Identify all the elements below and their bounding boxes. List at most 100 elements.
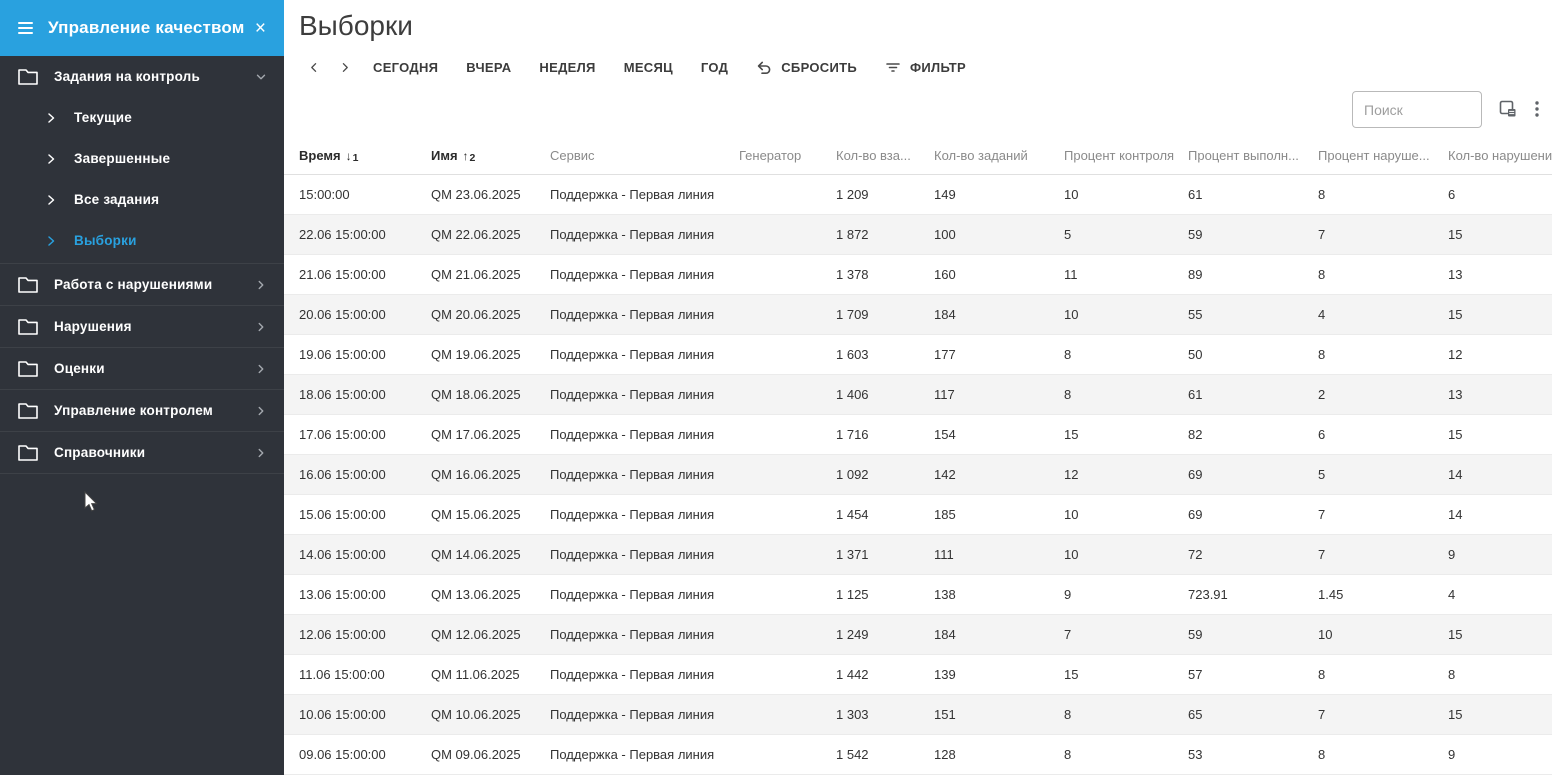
table-cell: 72: [1188, 547, 1203, 562]
table-cell: Поддержка - Первая линия: [550, 547, 715, 562]
column-header[interactable]: Процент контроля: [1064, 148, 1188, 163]
column-header[interactable]: Кол-во заданий: [934, 148, 1064, 163]
column-header[interactable]: Кол-во нарушений: [1448, 148, 1552, 163]
table-row[interactable]: 16.06 15:00:00 QM 16.06.2025 Поддержка - П…: [284, 455, 1552, 495]
table-cell: 14: [1448, 467, 1463, 482]
table-row[interactable]: 10.06 15:00:00 QM 10.06.2025 Поддержка - П…: [284, 695, 1552, 735]
sidebar-item-all-tasks[interactable]: Все задания: [0, 179, 284, 220]
table-row[interactable]: 15:00:00 QM 23.06.2025 Поддержка - Первая …: [284, 175, 1552, 215]
sidebar-item-completed[interactable]: Завершенные: [0, 138, 284, 179]
table-row[interactable]: 17.06 15:00:00 QM 17.06.2025 Поддержка - П…: [284, 415, 1552, 455]
table-cell: 723.91: [1188, 587, 1228, 602]
today-button[interactable]: СЕГОДНЯ: [359, 54, 452, 80]
table-cell: 14: [1448, 507, 1463, 522]
close-icon[interactable]: ×: [255, 19, 266, 38]
table-cell: 9: [1448, 547, 1456, 562]
column-header[interactable]: Кол-во вза...: [836, 148, 934, 163]
save-table-state-button[interactable]: [1498, 99, 1518, 119]
sidebar-item-label: Завершенные: [74, 151, 171, 166]
column-header[interactable]: Процент наруше...: [1318, 148, 1448, 163]
column-header[interactable]: Имя ↑ 2: [431, 148, 550, 163]
chevron-down-icon: [254, 70, 268, 84]
sort-asc-icon: ↑: [462, 148, 469, 163]
prev-period-button[interactable]: [299, 54, 329, 80]
table-cell: 16.06 15:00:00: [299, 467, 386, 482]
table-row[interactable]: 18.06 15:00:00 QM 18.06.2025 Поддержка - П…: [284, 375, 1552, 415]
more-options-button[interactable]: [1527, 98, 1547, 120]
page-title: Выборки: [299, 10, 413, 41]
sidebar: Управление качеством × Задания на контро…: [0, 0, 284, 775]
table-cell: 8: [1318, 187, 1326, 202]
table-cell: 8: [1318, 667, 1326, 682]
table-actions-row: [284, 80, 1560, 137]
column-header[interactable]: Процент выполн...: [1188, 148, 1318, 163]
column-header[interactable]: Генератор: [739, 148, 836, 163]
app-title: Управление качеством: [48, 18, 245, 37]
table-cell: 111: [934, 547, 954, 562]
table-row[interactable]: 19.06 15:00:00 QM 19.06.2025 Поддержка - П…: [284, 335, 1552, 375]
sidebar-item-violations-work[interactable]: Работа с нарушениями: [0, 264, 284, 305]
column-header[interactable]: Сервис: [550, 148, 739, 163]
table-cell: 1 716: [836, 427, 869, 442]
table-row[interactable]: 12.06 15:00:00 QM 12.06.2025 Поддержка - П…: [284, 615, 1552, 655]
table-cell: 18.06 15:00:00: [299, 387, 386, 402]
filter-button[interactable]: ФИЛЬТР: [871, 54, 980, 80]
table-row[interactable]: 21.06 15:00:00 QM 21.06.2025 Поддержка - П…: [284, 255, 1552, 295]
table-cell: 184: [934, 307, 956, 322]
chevron-right-icon: [45, 153, 57, 165]
table-cell: Поддержка - Первая линия: [550, 747, 715, 762]
column-header[interactable]: Время ↓ 1: [299, 148, 431, 163]
table-cell: 7: [1318, 227, 1326, 242]
table-cell: 139: [934, 667, 956, 682]
sidebar-header: Управление качеством ×: [0, 0, 284, 56]
table-cell: Поддержка - Первая линия: [550, 427, 715, 442]
table-cell: 1 454: [836, 507, 869, 522]
table-cell: 55: [1188, 307, 1203, 322]
table-cell: 15: [1448, 707, 1463, 722]
table-row[interactable]: 13.06 15:00:00 QM 13.06.2025 Поддержка - П…: [284, 575, 1552, 615]
sidebar-item-tasks-control[interactable]: Задания на контроль: [0, 56, 284, 97]
sidebar-item-control-management[interactable]: Управление контролем: [0, 390, 284, 431]
app-window: Управление качеством × Задания на контро…: [0, 0, 1560, 775]
table-cell: 7: [1064, 627, 1072, 642]
table-cell: 8: [1064, 747, 1072, 762]
table-cell: 1 709: [836, 307, 869, 322]
table-cell: QM 12.06.2025: [431, 627, 521, 642]
next-period-button[interactable]: [329, 54, 359, 80]
sidebar-item-ratings[interactable]: Оценки: [0, 348, 284, 389]
table-row[interactable]: 09.06 15:00:00 QM 09.06.2025 Поддержка - П…: [284, 735, 1552, 775]
chevron-right-icon: [45, 112, 57, 124]
table-cell: 154: [934, 427, 956, 442]
menu-icon[interactable]: [18, 22, 33, 34]
search-input[interactable]: [1352, 91, 1482, 128]
yesterday-button[interactable]: ВЧЕРА: [452, 54, 525, 80]
filter-icon: [885, 60, 901, 74]
sidebar-item-directories[interactable]: Справочники: [0, 432, 284, 473]
sidebar-nav: Задания на контроль Текущие Завершенные: [0, 56, 284, 474]
table-cell: 6: [1448, 187, 1456, 202]
chevron-right-icon: [45, 235, 57, 247]
folder-icon: [18, 276, 38, 293]
table-row[interactable]: 20.06 15:00:00 QM 20.06.2025 Поддержка - П…: [284, 295, 1552, 335]
reset-button[interactable]: СБРОСИТЬ: [742, 54, 871, 80]
sidebar-item-current[interactable]: Текущие: [0, 97, 284, 138]
sidebar-item-label: Справочники: [54, 445, 146, 460]
table-cell: 69: [1188, 467, 1203, 482]
column-header-label: Время: [299, 148, 341, 164]
week-button[interactable]: НЕДЕЛЯ: [525, 54, 609, 80]
sidebar-item-samples[interactable]: Выборки: [0, 220, 284, 261]
table-cell: 7: [1318, 707, 1326, 722]
table-row[interactable]: 14.06 15:00:00 QM 14.06.2025 Поддержка - П…: [284, 535, 1552, 575]
year-button[interactable]: ГОД: [687, 54, 742, 80]
table-row[interactable]: 22.06 15:00:00 QM 22.06.2025 Поддержка - П…: [284, 215, 1552, 255]
chevron-right-icon: [254, 362, 268, 376]
table-cell: QM 14.06.2025: [431, 547, 521, 562]
table-row[interactable]: 15.06 15:00:00 QM 15.06.2025 Поддержка - П…: [284, 495, 1552, 535]
sidebar-item-violations[interactable]: Нарушения: [0, 306, 284, 347]
sort-indicator: ↑ 2: [462, 148, 476, 164]
table-cell: 5: [1064, 227, 1072, 242]
table-cell: 53: [1188, 747, 1203, 762]
table-cell: 10: [1318, 627, 1333, 642]
table-row[interactable]: 11.06 15:00:00 QM 11.06.2025 Поддержка - П…: [284, 655, 1552, 695]
month-button[interactable]: МЕСЯЦ: [610, 54, 687, 80]
